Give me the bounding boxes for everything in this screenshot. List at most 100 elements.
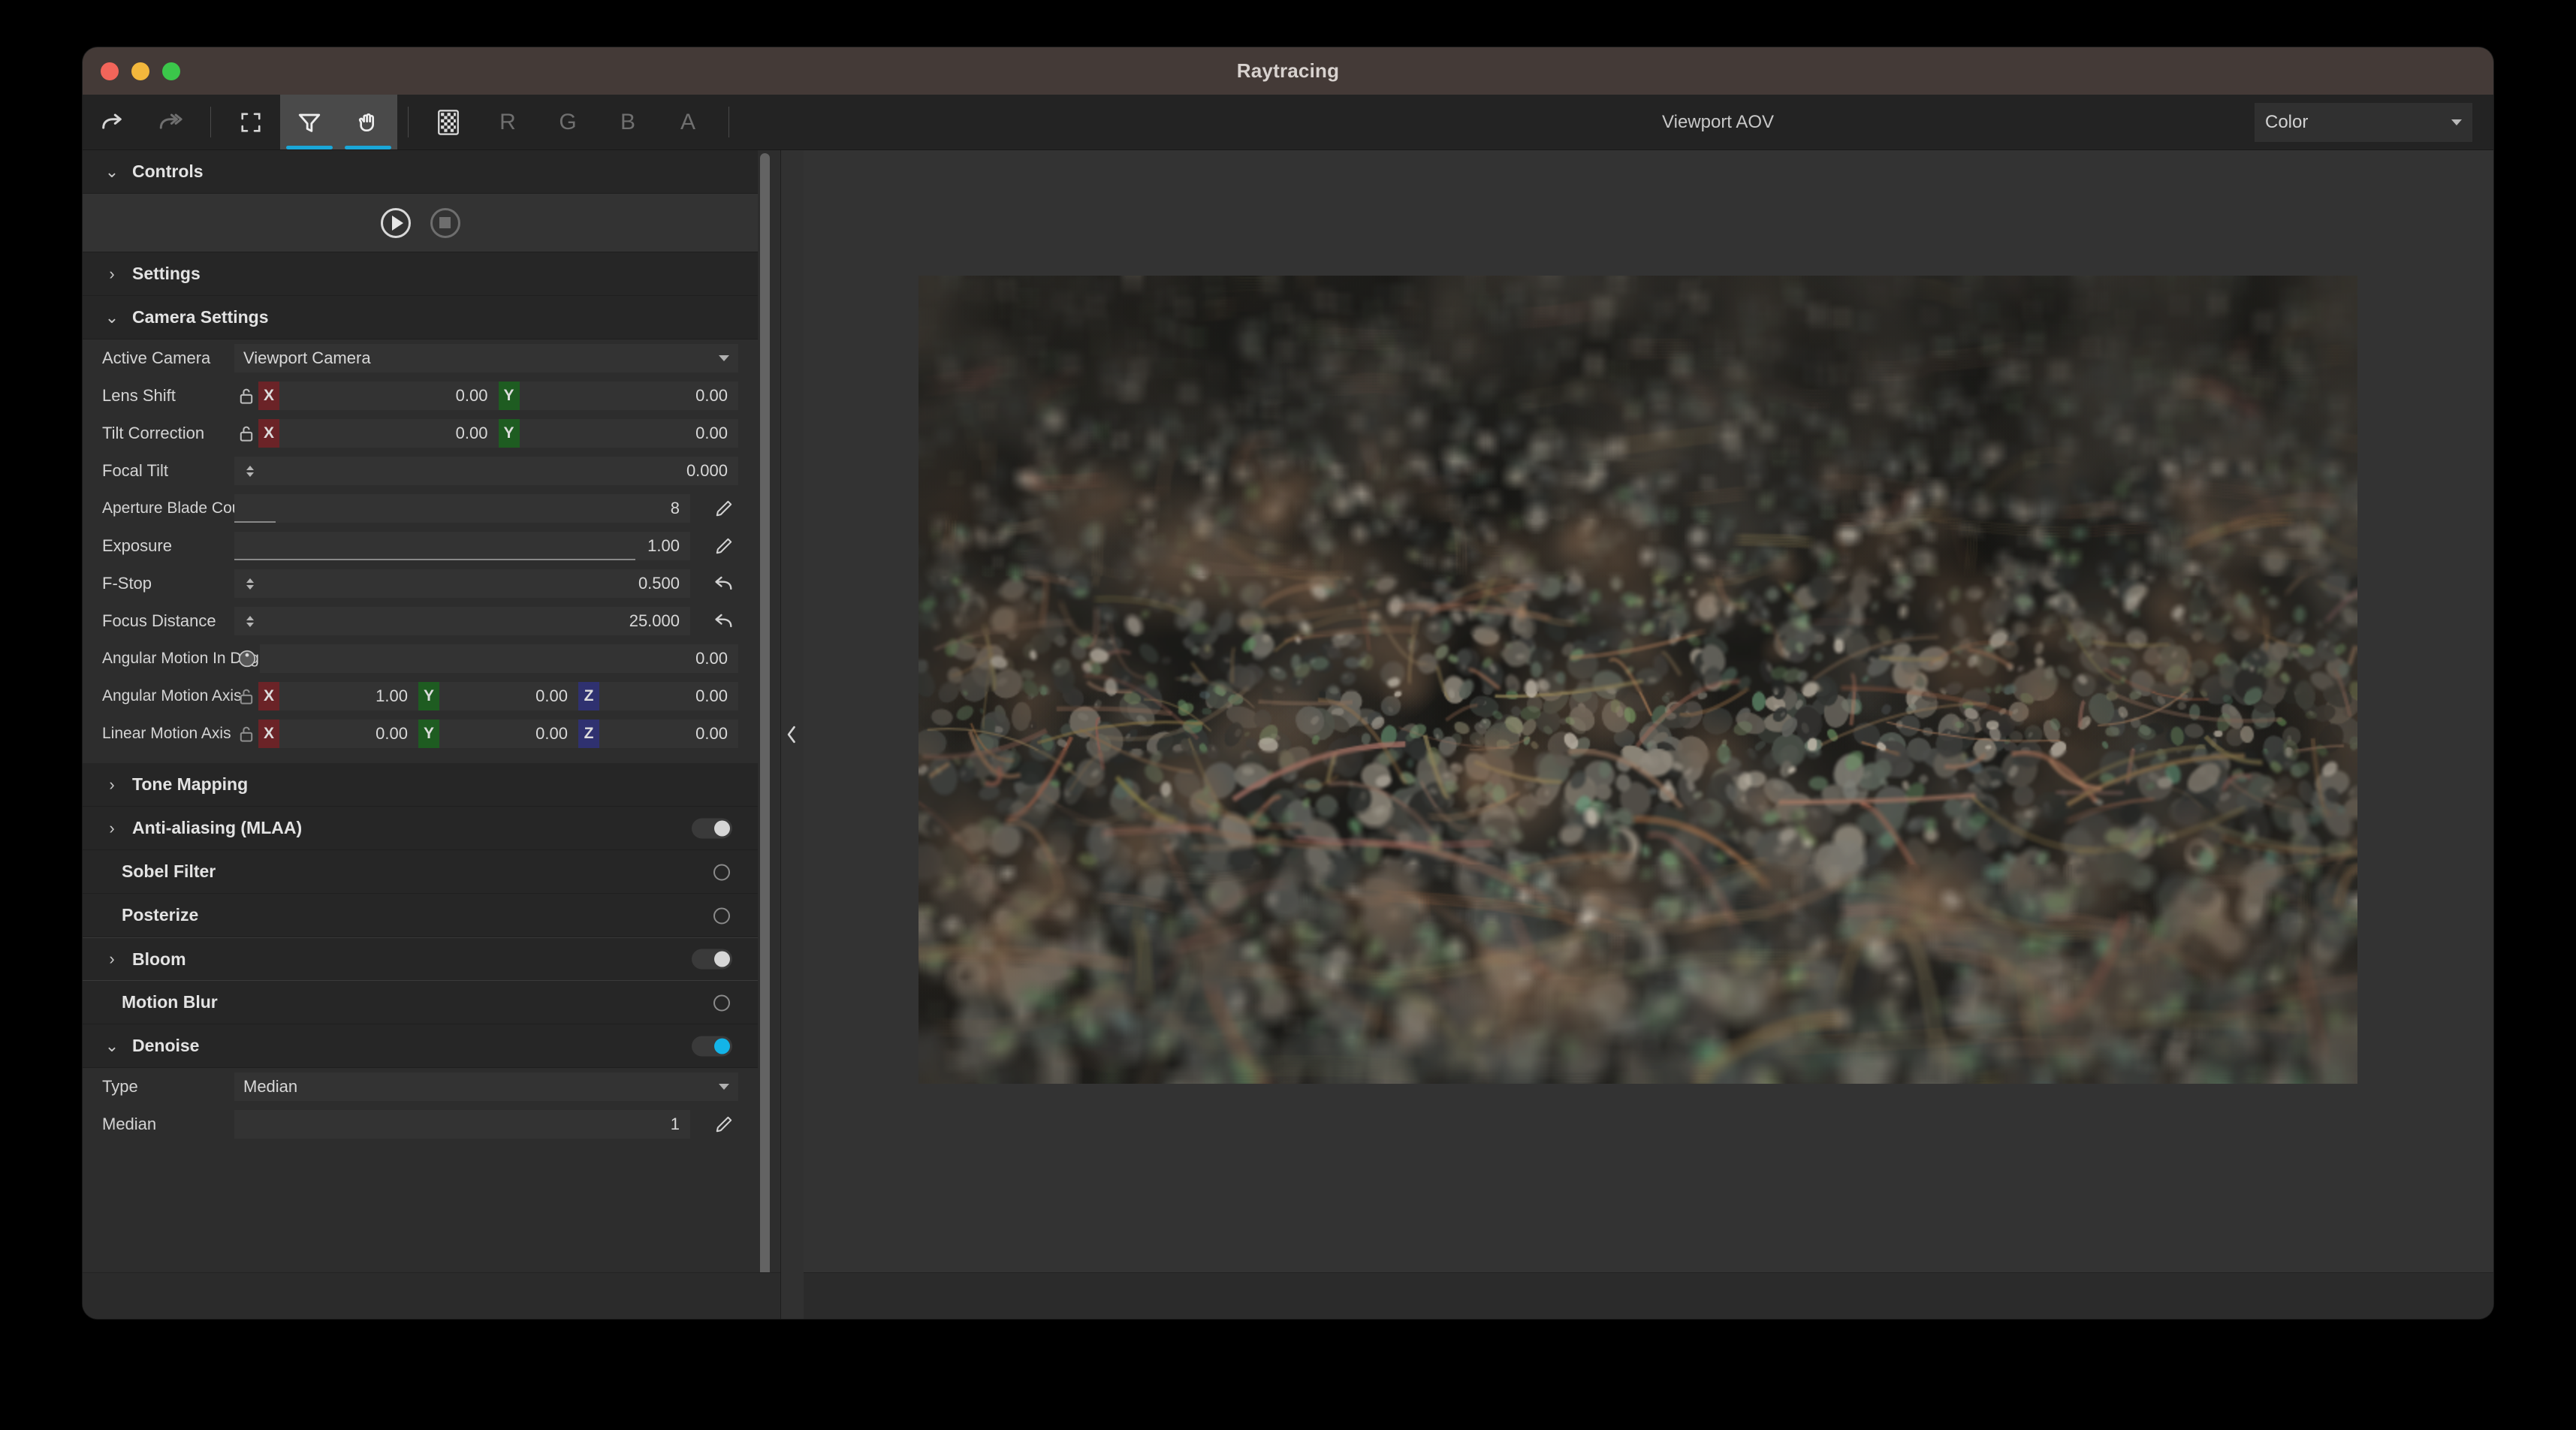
toggle-bloom[interactable] (692, 949, 732, 970)
edit-pencil-icon[interactable] (710, 499, 738, 518)
spinner-arrows-icon[interactable] (240, 615, 260, 627)
panel-scrollbar[interactable] (760, 153, 770, 1313)
viewport-aov-label: Viewport AOV (1662, 111, 1774, 132)
angular-motion-axis-y-group[interactable]: Y 0.00 (418, 682, 578, 710)
label-lens-shift: Lens Shift (102, 386, 176, 405)
checkerboard-alpha-icon[interactable] (419, 95, 478, 149)
section-title-motion-blur: Motion Blur (122, 992, 218, 1012)
stop-render-button[interactable] (430, 207, 460, 238)
reset-arrow-icon[interactable] (710, 574, 738, 593)
section-header-tone-mapping[interactable]: › Tone Mapping (83, 763, 758, 807)
denoise-type-dropdown[interactable]: Median (234, 1072, 738, 1101)
properties-panel: ⌄ Controls › Settings ⌄ Camera Settings … (83, 150, 781, 1319)
toggle-posterize[interactable] (692, 905, 732, 925)
focal-tilt-value: 0.000 (686, 461, 728, 480)
tilt-correction-y-group[interactable]: Y 0.00 (498, 419, 738, 448)
viewport-aov-dropdown[interactable]: Color (2255, 102, 2472, 142)
focus-distance-input[interactable]: 25.000 (234, 607, 690, 635)
toolbar-divider-2 (408, 107, 409, 137)
label-denoise-type: Type (102, 1077, 138, 1096)
panel-divider[interactable] (781, 150, 804, 1319)
toggle-anti-aliasing[interactable] (692, 818, 732, 838)
section-header-settings[interactable]: › Settings (83, 252, 758, 296)
window-title: Raytracing (1236, 59, 1340, 82)
focal-tilt-input[interactable]: 0.000 (234, 457, 738, 485)
label-active-camera: Active Camera (102, 348, 211, 367)
angular-motion-axis-x-group[interactable]: X 1.00 (258, 682, 418, 710)
toggle-denoise[interactable] (692, 1036, 732, 1056)
label-angular-motion-in-degrees: Angular Motion In Degrees (102, 650, 290, 667)
linear-motion-axis-x-group[interactable]: X 0.00 (258, 720, 418, 748)
active-camera-dropdown[interactable]: Viewport Camera (234, 344, 738, 373)
angular-motion-axis-z-group[interactable]: Z 0.00 (578, 682, 738, 710)
label-tilt-correction: Tilt Correction (102, 424, 205, 442)
fast-forward-arrow-icon[interactable] (141, 95, 200, 149)
axis-badge-x: X (258, 720, 279, 748)
channel-a-button[interactable]: A (658, 95, 718, 149)
denoise-median-input[interactable]: 1 (234, 1110, 690, 1139)
toggle-motion-blur[interactable] (692, 992, 732, 1012)
maximize-button[interactable] (162, 62, 180, 80)
f-stop-input[interactable]: 0.500 (234, 569, 690, 598)
app-window: Raytracing R G B A Viewport AOV Color ⌄ … (83, 47, 2493, 1319)
angular-motion-in-degrees-input[interactable]: 0.00 (260, 644, 738, 673)
filter-funnel-icon[interactable] (280, 95, 339, 149)
unlock-icon[interactable] (234, 725, 258, 743)
row-denoise-type: Type Median (83, 1068, 758, 1106)
window-titlebar: Raytracing (83, 47, 2493, 95)
reset-arrow-icon[interactable] (710, 611, 738, 631)
section-header-motion-blur[interactable]: Motion Blur (83, 981, 758, 1024)
channel-b-button[interactable]: B (598, 95, 658, 149)
section-header-anti-aliasing[interactable]: › Anti-aliasing (MLAA) (83, 807, 758, 850)
linear-motion-axis-z-group[interactable]: Z 0.00 (578, 720, 738, 748)
label-exposure: Exposure (102, 536, 172, 555)
edit-pencil-icon[interactable] (710, 1115, 738, 1134)
play-render-button[interactable] (380, 207, 411, 238)
toggle-knob (713, 994, 730, 1011)
hand-grab-icon[interactable] (339, 95, 397, 149)
play-icon (391, 215, 403, 231)
section-title-settings: Settings (132, 264, 201, 283)
lens-shift-x-group[interactable]: X 0.00 (258, 382, 499, 410)
channel-g-button[interactable]: G (538, 95, 598, 149)
tilt-correction-x-group[interactable]: X 0.00 (258, 419, 499, 448)
aperture-blade-count-slider[interactable]: 8 (234, 494, 690, 523)
main-toolbar: R G B A Viewport AOV Color (83, 95, 2493, 150)
viewport-aov-value: Color (2265, 111, 2309, 132)
section-header-sobel-filter[interactable]: Sobel Filter (83, 850, 758, 894)
lens-shift-fields: X 0.00 Y 0.00 (234, 382, 738, 410)
toggle-sobel-filter[interactable] (692, 861, 732, 882)
unlock-icon[interactable] (234, 687, 258, 705)
section-header-posterize[interactable]: Posterize (83, 894, 758, 937)
properties-panel-content: ⌄ Controls › Settings ⌄ Camera Settings … (83, 150, 780, 1143)
viewport-footer (804, 1272, 2493, 1319)
chevron-down-icon (2451, 119, 2462, 125)
row-active-camera: Active Camera Viewport Camera (83, 339, 758, 377)
toggle-knob (714, 1038, 730, 1054)
spinner-arrows-icon[interactable] (240, 465, 260, 477)
lens-shift-y-group[interactable]: Y 0.00 (498, 382, 738, 410)
linear-motion-axis-y-group[interactable]: Y 0.00 (418, 720, 578, 748)
render-controls-strip (83, 194, 758, 252)
section-header-denoise[interactable]: ⌄ Denoise (83, 1024, 758, 1068)
unlock-icon[interactable] (234, 424, 258, 442)
minimize-button[interactable] (131, 62, 149, 80)
dial-knob-icon[interactable] (234, 649, 260, 668)
unlock-icon[interactable] (234, 387, 258, 405)
render-viewport[interactable] (804, 150, 2493, 1319)
label-f-stop: F-Stop (102, 574, 152, 593)
close-button[interactable] (101, 62, 119, 80)
chevron-down-icon: ⌄ (104, 1036, 119, 1055)
edit-pencil-icon[interactable] (710, 536, 738, 556)
collapse-panel-chevron[interactable] (785, 723, 800, 747)
redo-arrow-icon[interactable] (83, 95, 141, 149)
exposure-slider[interactable]: 1.00 (234, 532, 690, 560)
exposure-value: 1.00 (647, 536, 680, 555)
channel-r-button[interactable]: R (478, 95, 538, 149)
fit-to-frame-icon[interactable] (222, 95, 280, 149)
section-header-camera-settings[interactable]: ⌄ Camera Settings (83, 296, 758, 339)
section-header-bloom[interactable]: › Bloom (83, 937, 758, 981)
spinner-arrows-icon[interactable] (240, 578, 260, 590)
section-header-controls[interactable]: ⌄ Controls (83, 150, 758, 194)
